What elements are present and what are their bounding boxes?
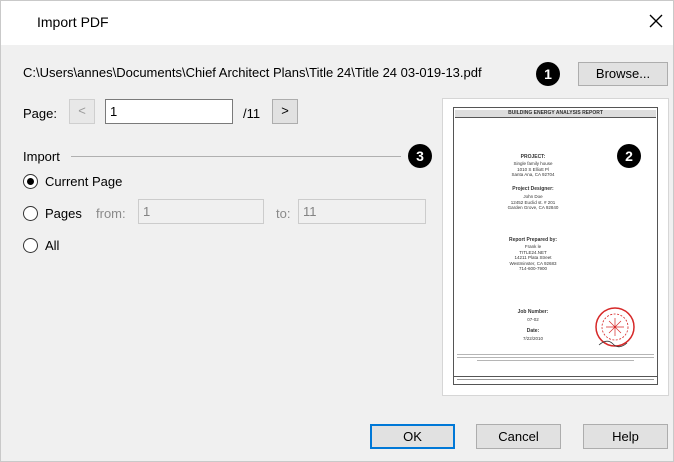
pages-radio[interactable] (23, 206, 38, 221)
help-button[interactable]: Help (583, 424, 668, 449)
callout-badge-3: 3 (408, 144, 432, 168)
browse-button[interactable]: Browse... (578, 62, 668, 86)
close-icon[interactable] (645, 10, 667, 32)
job-number-value: 07-02 (527, 317, 539, 322)
project-line-3: Santa Ana, CA 92704 (511, 172, 555, 177)
current-page-radio[interactable] (23, 174, 38, 189)
current-page-label[interactable]: Current Page (45, 174, 122, 189)
cancel-button[interactable]: Cancel (476, 424, 561, 449)
from-label: from: (96, 206, 126, 221)
designer-label: Project Designer: (512, 186, 554, 192)
dialog-title: Import PDF (37, 14, 109, 30)
report-header-text: BUILDING ENERGY ANALYSIS REPORT (508, 110, 603, 116)
all-label[interactable]: All (45, 238, 59, 253)
date-label: Date: (526, 328, 540, 334)
to-page-input[interactable]: 11 (298, 199, 426, 224)
from-page-input[interactable]: 1 (138, 199, 264, 224)
project-lines: Single family house 1010 S Elliott Pl Sa… (493, 161, 573, 178)
pdf-preview: BUILDING ENERGY ANALYSIS REPORT PROJECT:… (442, 98, 669, 396)
page-number-input[interactable]: 1 (105, 99, 233, 124)
date-value: 7/22/2010 (522, 336, 544, 341)
file-path-text: C:\Users\annes\Documents\Chief Architect… (23, 65, 482, 80)
all-radio[interactable] (23, 238, 38, 253)
import-group-divider (71, 156, 401, 157)
next-page-button[interactable]: > (272, 99, 298, 124)
prepared-lines: Frank le TITLE24.NET 14211 Plata Street … (493, 244, 573, 272)
radio-selected-dot (27, 178, 34, 185)
designer-line-3: Garden Grove, CA 92840 (507, 205, 559, 210)
prepared-label: Report Prepared by: (508, 237, 558, 243)
prepared-line-5: 714-600-7900 (518, 266, 548, 271)
designer-lines: John Doe 12452 Euclid st. # 201 Garden G… (493, 194, 573, 211)
title-bar: Import PDF (1, 1, 673, 45)
to-label: to: (276, 206, 291, 221)
page-label: Page: (23, 106, 57, 121)
callout-badge-2: 2 (617, 144, 641, 168)
engineer-seal-icon (595, 307, 635, 348)
report-disclaimer-lines (457, 352, 654, 366)
import-group-label: Import (23, 149, 60, 164)
report-footer-line (453, 376, 658, 377)
job-number-label: Job Number: (517, 309, 549, 315)
report-footer-text-line (457, 379, 654, 380)
callout-badge-1: 1 (536, 62, 560, 86)
project-label: PROJECT: (520, 154, 546, 160)
import-pdf-dialog: Import PDF C:\Users\annes\Documents\Chie… (0, 0, 674, 462)
pages-label[interactable]: Pages (45, 206, 82, 221)
previous-page-button[interactable]: < (69, 99, 95, 124)
ok-button[interactable]: OK (370, 424, 455, 449)
page-total: /11 (243, 106, 261, 121)
